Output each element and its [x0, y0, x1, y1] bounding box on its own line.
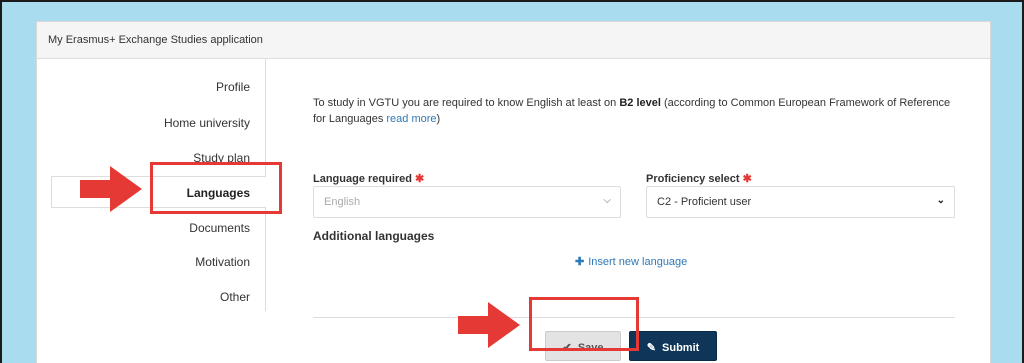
insert-new-language-link[interactable]: ✚ Insert new language	[575, 255, 687, 268]
read-more-link[interactable]: read more	[386, 113, 436, 125]
additional-languages-title: Additional languages	[313, 229, 435, 243]
arrow-right-icon	[80, 166, 142, 212]
sidebar-item-motivation[interactable]: Motivation	[195, 255, 250, 269]
required-asterisk-icon: ✱	[742, 173, 752, 185]
chevron-down-icon: ⌄	[936, 195, 945, 206]
submit-button[interactable]: ✎ Submit	[629, 331, 717, 361]
chevron-down-icon: ⌵	[603, 195, 611, 206]
save-highlight-box	[529, 297, 639, 351]
language-requirement-info: To study in VGTU you are required to kno…	[313, 97, 951, 125]
proficiency-select[interactable]: C2 - Proficient user ⌄	[646, 186, 955, 218]
language-required-select: English ⌵	[313, 186, 621, 218]
sidebar-item-home-university[interactable]: Home university	[164, 116, 250, 130]
edit-icon: ✎	[646, 342, 656, 354]
languages-highlight-box	[150, 162, 282, 214]
panel-title: My Erasmus+ Exchange Studies application	[37, 22, 990, 59]
proficiency-label: Proficiency select ✱	[646, 173, 752, 185]
arrow-right-icon	[458, 302, 520, 348]
sidebar-item-documents[interactable]: Documents	[189, 221, 250, 235]
plus-icon: ✚	[575, 256, 585, 268]
language-required-label: Language required ✱	[313, 173, 425, 185]
sidebar-item-profile[interactable]: Profile	[216, 80, 250, 94]
required-asterisk-icon: ✱	[415, 173, 425, 185]
sidebar-item-other[interactable]: Other	[220, 290, 250, 304]
